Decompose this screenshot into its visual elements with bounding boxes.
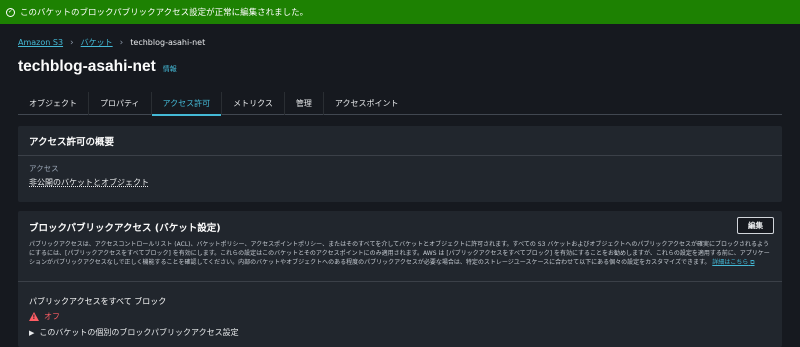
- bpa-description: パブリックアクセスは、アクセスコントロールリスト (ACL)、バケットポリシー、…: [29, 240, 775, 267]
- block-all-setting: パブリックアクセスをすべて ブロック ! オフ ▶ このバケットの個別のブロック…: [29, 296, 239, 338]
- banner-message: このバケットのブロックパブリックアクセス設定が正常に編集されました。: [20, 8, 309, 18]
- setting-title: パブリックアクセスをすべて ブロック: [29, 297, 167, 306]
- tab-management[interactable]: 管理: [285, 92, 324, 115]
- expander-label: このバケットの個別のブロックパブリックアクセス設定: [39, 328, 239, 337]
- breadcrumb: Amazon S3 › バケット › techblog-asahi-net: [18, 37, 205, 48]
- block-public-access-panel: ブロックパブリックアクセス (バケット設定) 編集 パブリックアクセスは、アクセ…: [18, 211, 782, 347]
- page-header: techblog-asahi-net 情報: [18, 58, 177, 76]
- tab-objects[interactable]: オブジェクト: [18, 92, 89, 115]
- status-indicator: ! オフ: [29, 311, 239, 322]
- learn-more-link[interactable]: 詳細はこちら ⧉: [712, 259, 754, 266]
- panel-heading: アクセス許可の概要: [18, 126, 782, 156]
- divider: [18, 281, 782, 282]
- bpa-header: ブロックパブリックアクセス (バケット設定) 編集 パブリックアクセスは、アクセ…: [18, 211, 782, 267]
- tab-properties[interactable]: プロパティ: [89, 92, 152, 115]
- edit-button[interactable]: 編集: [737, 217, 774, 234]
- check-circle-icon: ✓: [6, 7, 15, 17]
- chevron-right-icon: ›: [119, 37, 124, 48]
- access-field: アクセス 非公開のバケットとオブジェクト: [18, 156, 782, 195]
- chevron-right-icon: ›: [70, 37, 74, 48]
- success-banner: ✓ このバケットのブロックパブリックアクセス設定が正常に編集されました。: [0, 0, 800, 24]
- permissions-overview-panel: アクセス許可の概要 アクセス 非公開のバケットとオブジェクト: [18, 126, 782, 202]
- tab-bar: オブジェクト プロパティ アクセス許可 メトリクス 管理 アクセスポイント: [18, 92, 782, 116]
- access-value: 非公開のバケットとオブジェクト: [29, 178, 149, 187]
- tab-permissions[interactable]: アクセス許可: [151, 92, 223, 116]
- description-text: パブリックアクセスは、アクセスコントロールリスト (ACL)、バケットポリシー、…: [29, 241, 770, 266]
- tab-metrics[interactable]: メトリクス: [222, 92, 285, 115]
- info-link[interactable]: 情報: [163, 64, 177, 74]
- caret-right-icon: ▶: [29, 328, 35, 337]
- breadcrumb-current: techblog-asahi-net: [130, 38, 206, 47]
- warning-icon: !: [29, 312, 39, 321]
- status-text: オフ: [44, 312, 60, 321]
- breadcrumb-s3[interactable]: Amazon S3: [18, 38, 63, 47]
- bpa-heading: ブロックパブリックアクセス (バケット設定): [29, 223, 221, 234]
- individual-settings-expander[interactable]: ▶ このバケットの個別のブロックパブリックアクセス設定: [29, 327, 239, 338]
- access-label: アクセス: [29, 164, 59, 173]
- tab-access-points[interactable]: アクセスポイント: [324, 92, 410, 115]
- external-link-icon: ⧉: [750, 259, 755, 266]
- breadcrumb-buckets[interactable]: バケット: [81, 37, 113, 48]
- page-title: techblog-asahi-net: [18, 58, 156, 75]
